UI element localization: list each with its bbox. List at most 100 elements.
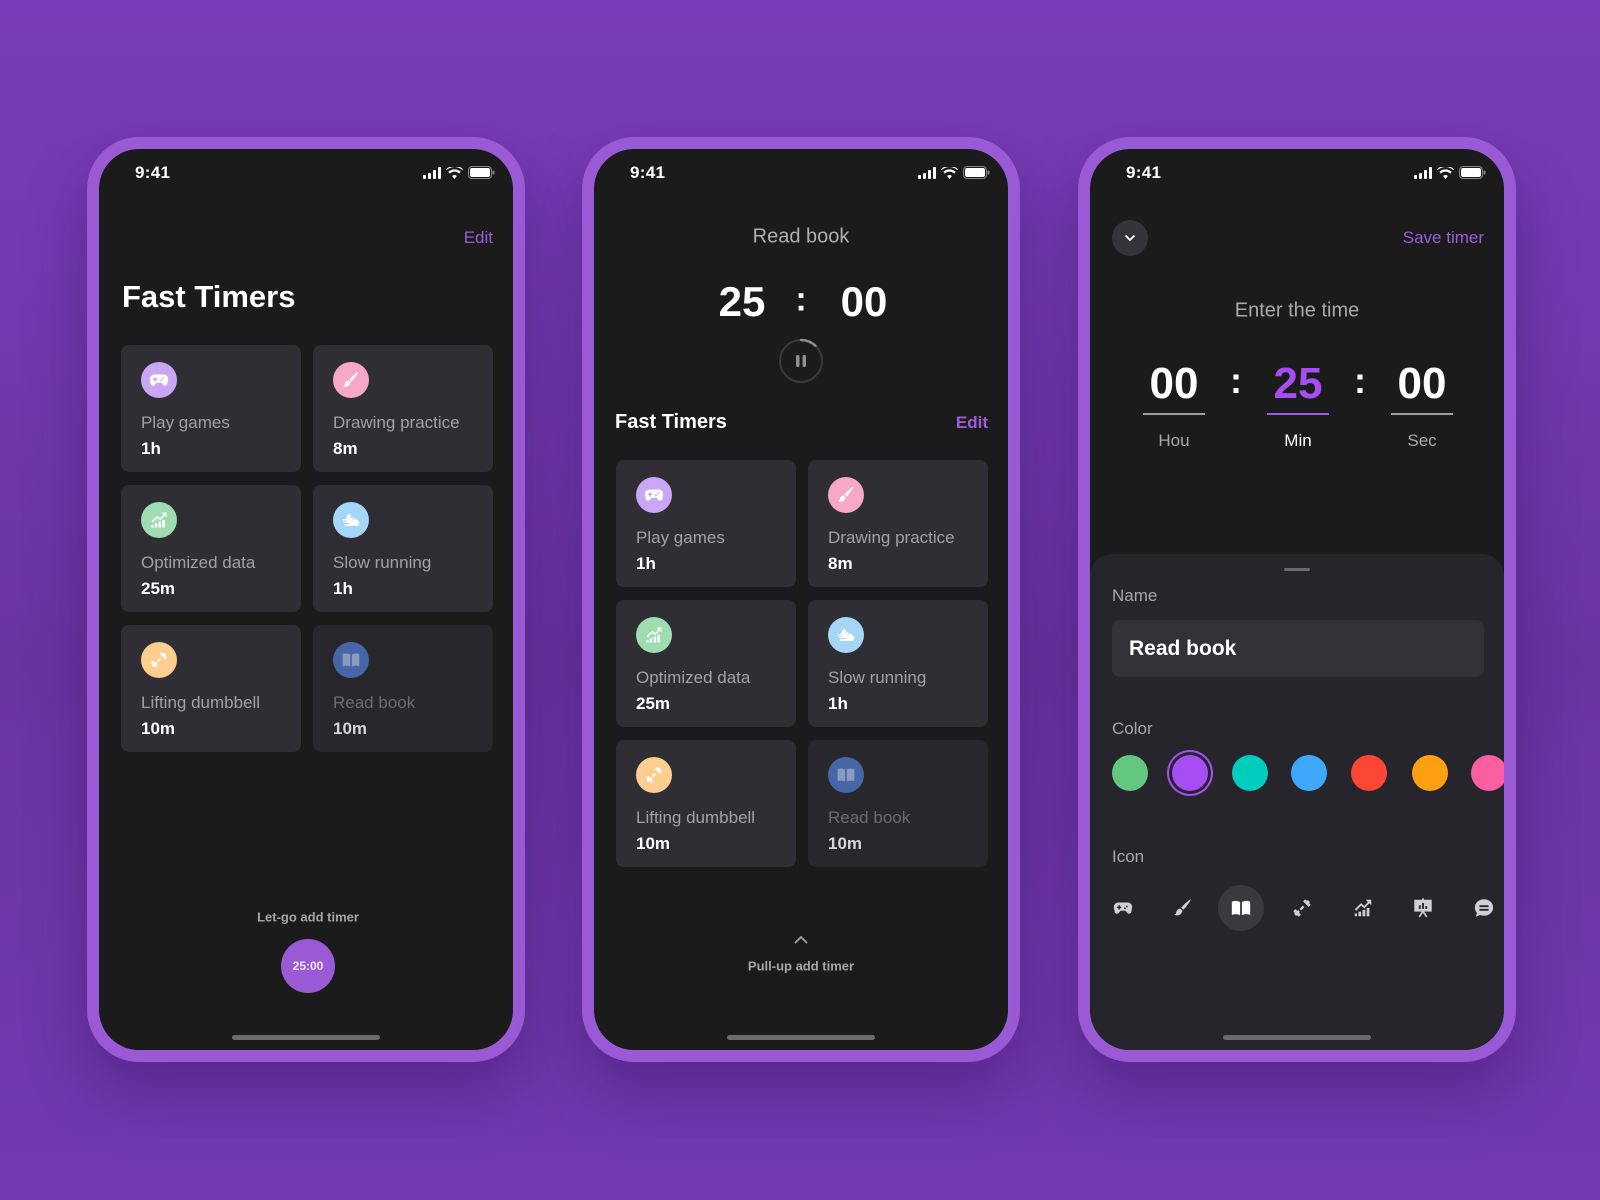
timer-card[interactable]: Slow running 1h bbox=[808, 600, 988, 727]
pause-icon bbox=[796, 355, 806, 367]
save-timer-button[interactable]: Save timer bbox=[1403, 228, 1484, 248]
battery-icon bbox=[468, 166, 495, 179]
timer-label: Slow running bbox=[828, 668, 927, 687]
timer-duration: 1h bbox=[828, 694, 848, 713]
chat-icon bbox=[1473, 897, 1495, 919]
timer-duration: 25m bbox=[636, 694, 671, 713]
icon-option-gamepad[interactable] bbox=[1100, 885, 1146, 931]
pull-up-hint[interactable]: Pull-up add timer bbox=[748, 959, 854, 974]
running-timer-name: Read book bbox=[752, 225, 850, 248]
timer-label: Play games bbox=[636, 528, 725, 547]
presentation-icon bbox=[1412, 897, 1434, 919]
timer-card[interactable]: Read book 10m bbox=[313, 625, 493, 752]
icon-option-chart[interactable] bbox=[1340, 885, 1386, 931]
timer-label: Optimized data bbox=[636, 668, 751, 687]
chart-icon bbox=[636, 617, 672, 653]
timer-card[interactable]: Lifting dumbbell 10m bbox=[616, 740, 796, 867]
timer-label: Read book bbox=[333, 693, 416, 712]
color-swatch[interactable] bbox=[1471, 755, 1504, 791]
brush-icon bbox=[333, 362, 369, 398]
time-separator: : bbox=[1230, 360, 1242, 401]
page-title: Fast Timers bbox=[122, 279, 296, 314]
time-separator: : bbox=[1354, 360, 1366, 401]
timer-card[interactable]: Slow running 1h bbox=[313, 485, 493, 612]
book-icon bbox=[1230, 897, 1252, 919]
chart-icon bbox=[141, 502, 177, 538]
color-swatch[interactable] bbox=[1172, 755, 1208, 791]
timer-duration: 10m bbox=[333, 719, 368, 738]
seconds-underline bbox=[1391, 413, 1453, 415]
shoe-icon bbox=[333, 502, 369, 538]
color-swatch[interactable] bbox=[1291, 755, 1327, 791]
gamepad-icon bbox=[636, 477, 672, 513]
wifi-icon bbox=[941, 166, 958, 179]
sheet-handle[interactable] bbox=[1284, 568, 1310, 571]
color-label: Color bbox=[1112, 719, 1153, 738]
icon-option-book[interactable] bbox=[1218, 885, 1264, 931]
timer-label: Read book bbox=[828, 808, 911, 827]
edit-button[interactable]: Edit bbox=[464, 228, 493, 248]
book-icon bbox=[333, 642, 369, 678]
timer-duration: 8m bbox=[828, 554, 853, 573]
timer-card[interactable]: Drawing practice 8m bbox=[808, 460, 988, 587]
seconds-input[interactable]: 00 bbox=[1398, 359, 1447, 409]
chevron-up-icon[interactable] bbox=[794, 935, 808, 944]
wifi-icon bbox=[1437, 166, 1454, 179]
home-indicator bbox=[1223, 1035, 1371, 1040]
timer-duration: 10m bbox=[828, 834, 863, 853]
timer-label: Drawing practice bbox=[828, 528, 955, 547]
seconds-label: Sec bbox=[1407, 431, 1437, 450]
timer-card[interactable]: Play games 1h bbox=[616, 460, 796, 587]
color-swatch[interactable] bbox=[1412, 755, 1448, 791]
icon-option-dumbbell[interactable] bbox=[1279, 885, 1325, 931]
gamepad-icon bbox=[1112, 897, 1134, 919]
icon-option-chat[interactable] bbox=[1461, 885, 1504, 931]
screen: 9:41 Edit Fast Timers Play games 1h Draw… bbox=[99, 149, 513, 1050]
timer-seconds: 00 bbox=[840, 278, 888, 325]
timer-card[interactable]: Optimized data 25m bbox=[121, 485, 301, 612]
drag-timer-bubble[interactable]: 25:00 bbox=[281, 939, 335, 993]
color-swatch[interactable] bbox=[1112, 755, 1148, 791]
status-time: 9:41 bbox=[630, 163, 666, 182]
signal-icon bbox=[918, 166, 936, 179]
minutes-input[interactable]: 25 bbox=[1274, 359, 1323, 409]
timer-card[interactable]: Drawing practice 8m bbox=[313, 345, 493, 472]
timer-label: Play games bbox=[141, 413, 230, 432]
timer-card[interactable]: Play games 1h bbox=[121, 345, 301, 472]
collapse-button[interactable] bbox=[1112, 220, 1148, 256]
drag-hint: Let-go add timer bbox=[257, 909, 359, 925]
brush-icon bbox=[828, 477, 864, 513]
section-title: Fast Timers bbox=[615, 411, 727, 433]
color-swatch[interactable] bbox=[1232, 755, 1268, 791]
pause-button[interactable] bbox=[778, 338, 824, 384]
shoe-icon bbox=[828, 617, 864, 653]
phone-new-timer: 9:41 Save timer Enter the time 00 Hou : … bbox=[1078, 137, 1516, 1062]
timer-settings-sheet: Name Read book Color Icon bbox=[1090, 554, 1504, 1050]
icon-option-brush[interactable] bbox=[1160, 885, 1206, 931]
home-indicator bbox=[727, 1035, 875, 1040]
timer-separator: : bbox=[795, 280, 807, 319]
timer-label: Lifting dumbbell bbox=[636, 808, 756, 827]
timer-card[interactable]: Optimized data 25m bbox=[616, 600, 796, 727]
minutes-label: Min bbox=[1284, 431, 1312, 450]
timer-card[interactable]: Read book 10m bbox=[808, 740, 988, 867]
minutes-underline bbox=[1267, 413, 1329, 415]
timer-card[interactable]: Lifting dumbbell 10m bbox=[121, 625, 301, 752]
screen: 9:41 Read book 25 : 00 Fast Timers Edit … bbox=[594, 149, 1008, 1050]
color-swatch[interactable] bbox=[1351, 755, 1387, 791]
phone-running-timer: 9:41 Read book 25 : 00 Fast Timers Edit … bbox=[582, 137, 1020, 1062]
book-icon bbox=[828, 757, 864, 793]
enter-time-prompt: Enter the time bbox=[1234, 299, 1360, 322]
timer-label: Lifting dumbbell bbox=[141, 693, 261, 712]
phone-timer-list: 9:41 Edit Fast Timers Play games 1h Draw… bbox=[87, 137, 525, 1062]
battery-icon bbox=[963, 166, 990, 179]
gamepad-icon bbox=[141, 362, 177, 398]
signal-icon bbox=[1414, 166, 1432, 179]
status-time: 9:41 bbox=[1126, 163, 1162, 182]
name-input[interactable]: Read book bbox=[1112, 620, 1484, 677]
edit-button[interactable]: Edit bbox=[956, 413, 988, 433]
hours-input[interactable]: 00 bbox=[1150, 359, 1199, 409]
screen: 9:41 Save timer Enter the time 00 Hou : … bbox=[1090, 149, 1504, 1050]
brush-icon bbox=[1172, 897, 1194, 919]
icon-option-presentation[interactable] bbox=[1400, 885, 1446, 931]
